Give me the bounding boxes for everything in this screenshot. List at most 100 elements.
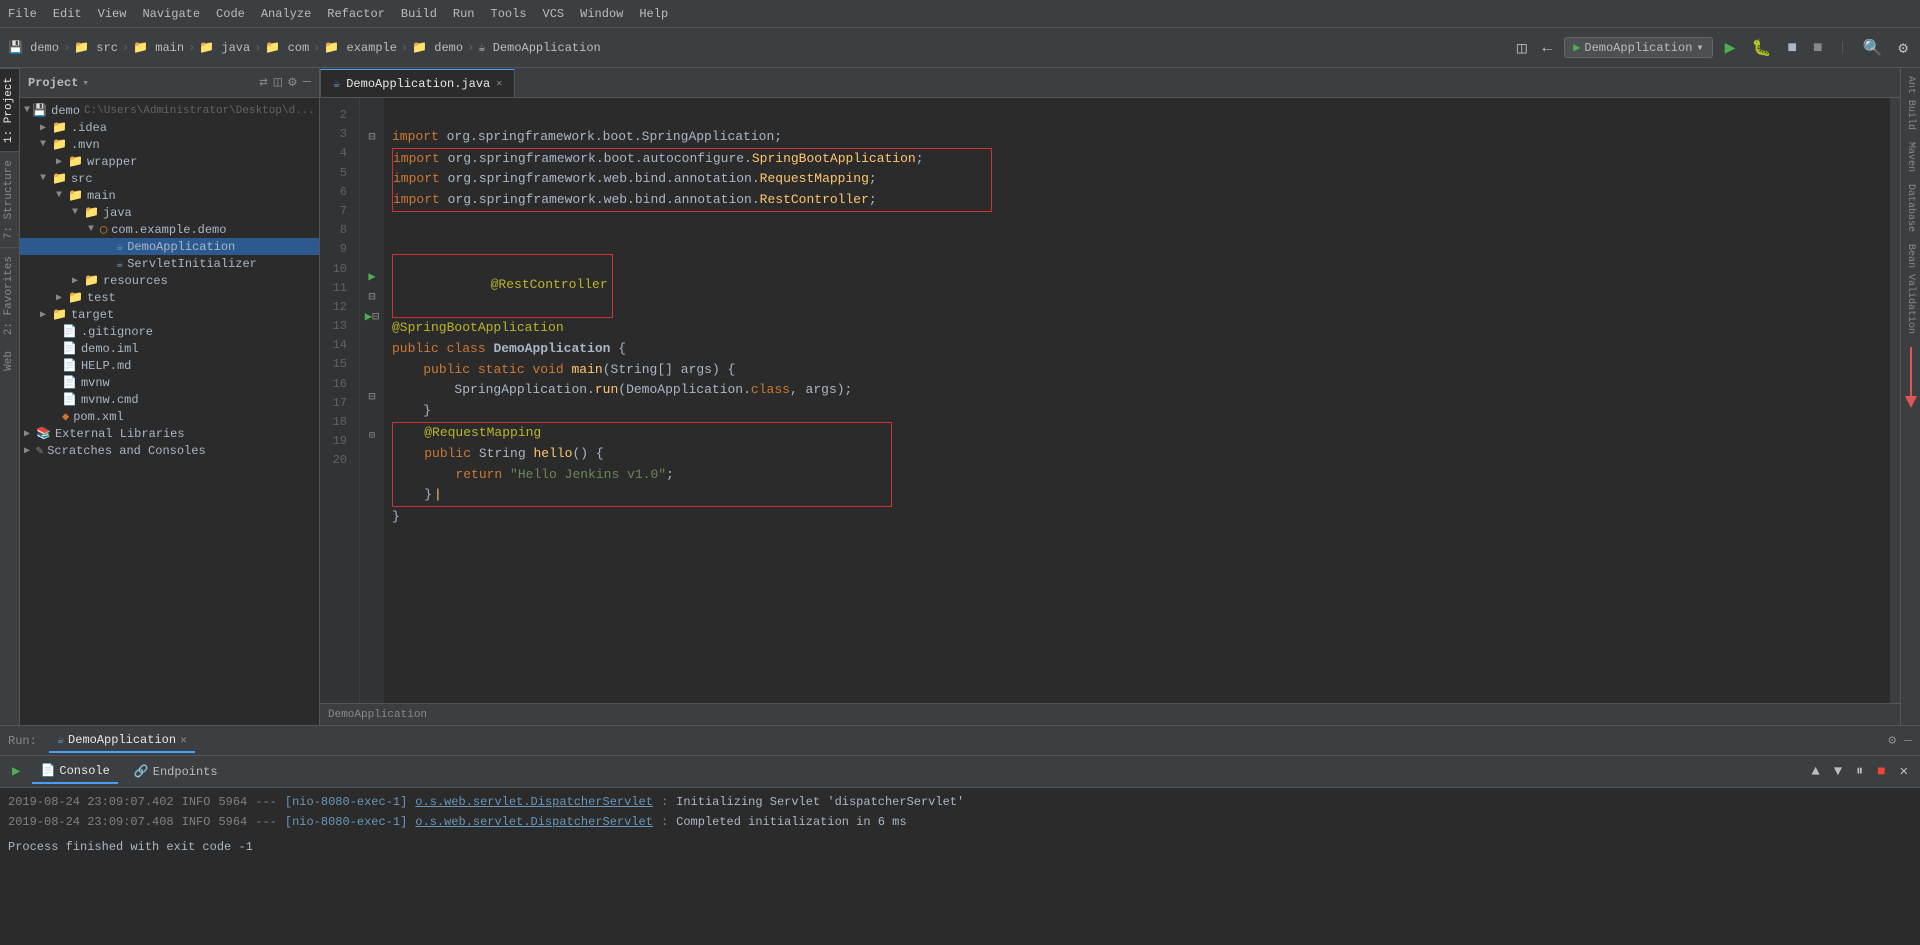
tab-demo-app[interactable]: ☕ DemoApplication.java ✕ [320, 69, 515, 97]
code-line-13: SpringApplication . run ( DemoApplicatio… [392, 380, 1890, 401]
tree-item-demo-root[interactable]: ▼ 💾 demo C:\Users\Administrator\Desktop\… [20, 102, 319, 119]
scroll-down-btn[interactable]: ▼ [1830, 762, 1846, 782]
breadcrumb-demo2[interactable]: 📁 demo [412, 40, 463, 55]
menu-run[interactable]: Run [453, 7, 475, 21]
tree-item-mvnw-cmd[interactable]: 📄 mvnw.cmd [20, 391, 319, 408]
menu-code[interactable]: Code [216, 7, 245, 21]
tree-item-src[interactable]: ▼ 📁 src [20, 170, 319, 187]
tree-item-test[interactable]: ▶ 📁 test [20, 289, 319, 306]
tree-item-servlet[interactable]: ☕ ServletInitializer [20, 255, 319, 272]
menu-view[interactable]: View [98, 7, 127, 21]
menu-refactor[interactable]: Refactor [327, 7, 385, 21]
stop-btn[interactable]: ■ [1809, 37, 1827, 59]
run-label: Run: [8, 734, 37, 748]
tree-item-iml[interactable]: 📄 demo.iml [20, 340, 319, 357]
sidebar-tab-project[interactable]: 1: Project [0, 68, 19, 151]
panel-minimize-btn[interactable]: — [303, 74, 311, 91]
close-btn[interactable]: ✕ [1896, 761, 1912, 782]
stop-btn[interactable]: ■ [1873, 762, 1889, 782]
fold-icon[interactable]: ⊟ [368, 389, 375, 404]
breadcrumb-example[interactable]: 📁 example [324, 40, 397, 55]
fold-icon[interactable]: ⊟ [368, 129, 375, 144]
run-gutter-icon[interactable]: ▶ [365, 309, 372, 324]
panel-collapse-btn[interactable]: ◫ [274, 74, 282, 91]
fold-icon[interactable]: ⊟ [368, 289, 375, 304]
console-toolbar: ▶ 📄 Console 🔗 Endpoints ▲ ▼ ⏸ ■ ✕ [0, 756, 1920, 788]
menu-file[interactable]: File [8, 7, 37, 21]
menu-navigate[interactable]: Navigate [142, 7, 200, 21]
right-strip-database[interactable]: Database [1903, 180, 1918, 236]
tree-label: External Libraries [55, 427, 185, 441]
sidebar-tab-structure[interactable]: 7: Structure [0, 151, 19, 247]
tree-item-java[interactable]: ▼ 📁 java [20, 204, 319, 221]
debug-btn[interactable]: 🐛 [1747, 36, 1775, 60]
tree-item-resources[interactable]: ▶ 📁 resources [20, 272, 319, 289]
code-content[interactable]: import org.springframework.boot.SpringAp… [384, 98, 1890, 703]
minimize-icon[interactable]: — [1904, 733, 1912, 748]
run-tab-close[interactable]: ✕ [180, 733, 187, 747]
cursor: | [434, 485, 442, 506]
folder-icon: 📁 [68, 290, 83, 305]
right-strip-maven[interactable]: Maven [1903, 138, 1918, 176]
panel-dropdown[interactable]: ▾ [82, 76, 89, 90]
tree-item-gitignore[interactable]: 📄 .gitignore [20, 323, 319, 340]
project-tree: ▼ 💾 demo C:\Users\Administrator\Desktop\… [20, 98, 319, 725]
log-thread: [nio-8080-exec-1] [285, 812, 407, 832]
run-config-tab[interactable]: ☕ DemoApplication ✕ [49, 728, 195, 753]
settings-btn[interactable]: ⚙ [1894, 36, 1912, 60]
pause-btn[interactable]: ⏸ [1852, 762, 1867, 782]
breadcrumb-src[interactable]: 📁 src [74, 40, 118, 55]
tree-label: .gitignore [81, 325, 153, 339]
search-btn[interactable]: 🔍 [1858, 36, 1886, 60]
tab-close-btn[interactable]: ✕ [496, 78, 502, 90]
sidebar-tab-favorites[interactable]: 2: Favorites [0, 247, 19, 343]
menu-help[interactable]: Help [639, 7, 668, 21]
restart-btn[interactable]: ▶ [8, 761, 24, 782]
run-btn[interactable]: ▶ [1721, 35, 1740, 61]
breadcrumb-demo[interactable]: 💾 demo [8, 40, 59, 55]
breadcrumb-java[interactable]: 📁 java [199, 40, 250, 55]
menu-analyze[interactable]: Analyze [261, 7, 311, 21]
code-line-6: import org.springframework.web.bind.anno… [393, 190, 991, 211]
tree-item-idea[interactable]: ▶ 📁 .idea [20, 119, 319, 136]
tree-item-wrapper[interactable]: ▶ 📁 wrapper [20, 153, 319, 170]
tree-item-target[interactable]: ▶ 📁 target [20, 306, 319, 323]
java-icon: ☕ [116, 256, 123, 271]
tree-label: demo [51, 104, 80, 118]
run-config[interactable]: ▶ DemoApplication ▾ [1564, 37, 1713, 58]
settings-icon[interactable]: ⚙ [1888, 733, 1896, 748]
tree-item-pom[interactable]: ◆ pom.xml [20, 408, 319, 425]
tree-item-mvnw[interactable]: 📄 mvnw [20, 374, 319, 391]
menu-tools[interactable]: Tools [491, 7, 527, 21]
menu-window[interactable]: Window [580, 7, 623, 21]
endpoints-tab[interactable]: 🔗 Endpoints [126, 760, 226, 783]
breadcrumb-class[interactable]: ☕ DemoApplication [478, 40, 600, 55]
code-line-8 [392, 233, 1890, 254]
coverage-btn[interactable]: ■ [1783, 37, 1801, 59]
right-strip-bean-validation[interactable]: Bean Validation [1903, 240, 1918, 338]
tree-item-mvn[interactable]: ▼ 📁 .mvn [20, 136, 319, 153]
right-strip-ant-build[interactable]: Ant Build [1903, 72, 1918, 134]
scroll-up-btn[interactable]: ▲ [1807, 762, 1823, 782]
menu-edit[interactable]: Edit [53, 7, 82, 21]
run-gutter-icon[interactable]: ▶ [368, 269, 375, 284]
panel-sync-btn[interactable]: ⇄ [259, 74, 267, 91]
tree-item-main[interactable]: ▼ 📁 main [20, 187, 319, 204]
import-highlight-box: import org.springframework.boot.autoconf… [392, 148, 992, 212]
breadcrumb-main[interactable]: 📁 main [133, 40, 184, 55]
tree-item-demo-app[interactable]: ☕ DemoApplication [20, 238, 319, 255]
breadcrumb-com[interactable]: 📁 com [265, 40, 309, 55]
tree-item-help[interactable]: 📄 HELP.md [20, 357, 319, 374]
console-tab[interactable]: 📄 Console [32, 759, 117, 784]
sidebar-tab-web[interactable]: Web [0, 343, 19, 379]
editor-scrollbar[interactable] [1890, 98, 1900, 703]
menu-build[interactable]: Build [401, 7, 437, 21]
tree-item-scratches[interactable]: ▶ ✎ Scratches and Consoles [20, 442, 319, 459]
layout-btn[interactable]: ◫ [1513, 36, 1531, 60]
menu-vcs[interactable]: VCS [543, 7, 565, 21]
back-btn[interactable]: ← [1539, 37, 1557, 59]
panel-settings-btn[interactable]: ⚙ [288, 74, 296, 91]
tree-item-package[interactable]: ▼ ◯ com.example.demo [20, 221, 319, 238]
tree-item-ext-libs[interactable]: ▶ 📚 External Libraries [20, 425, 319, 442]
run-config-dropdown[interactable]: ▾ [1696, 40, 1703, 55]
